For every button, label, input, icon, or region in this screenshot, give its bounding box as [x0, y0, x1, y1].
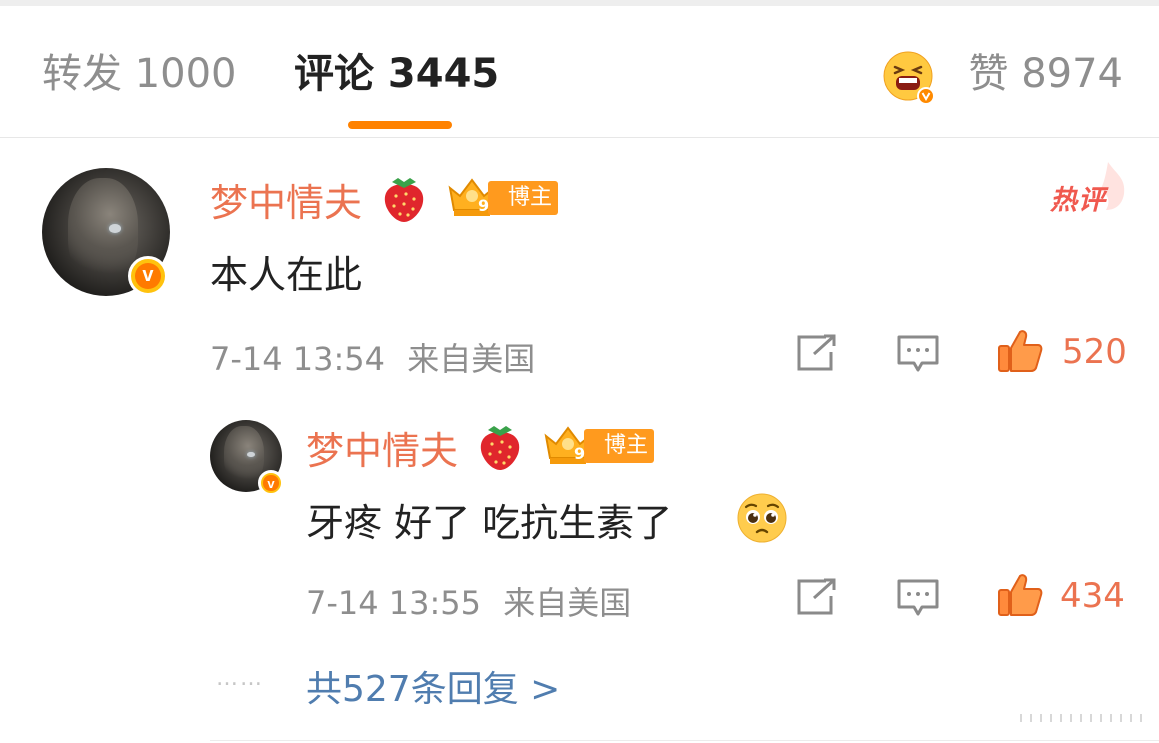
comment-text: 本人在此: [210, 253, 363, 297]
blogger-tag: 9 博主: [478, 181, 558, 215]
chat-bubble-icon[interactable]: [896, 578, 940, 618]
tab-comments[interactable]: 评论 3445: [294, 50, 499, 98]
strawberry-icon: [480, 426, 520, 470]
blogger-tag-label: 博主: [603, 433, 648, 458]
share-arrow-icon[interactable]: [796, 334, 838, 372]
tab-repost[interactable]: 转发 1000: [42, 50, 237, 98]
commenter-avatar[interactable]: v: [42, 168, 170, 296]
comment-time: 7-14 13:54: [210, 340, 386, 378]
divider: [210, 740, 1159, 741]
comment-like-count[interactable]: 520: [1062, 332, 1127, 372]
tab-likes[interactable]: 赞 8974: [968, 50, 1123, 98]
comment-meta: 7-14 13:54 来自美国: [210, 334, 535, 380]
chat-bubble-icon[interactable]: [896, 334, 940, 374]
reply-text: 牙疼 好了 吃抗生素了: [306, 501, 673, 545]
comment-location: 来自美国: [407, 340, 536, 378]
member-level: 9: [574, 444, 586, 463]
watermark-bars: [1020, 714, 1142, 722]
reply-location: 来自美国: [503, 584, 632, 622]
blogger-tag: 9 博主: [574, 429, 654, 463]
blogger-tag-label: 博主: [507, 185, 552, 210]
member-level: 9: [478, 196, 490, 215]
separator-dots: ……: [216, 666, 264, 691]
hot-comment-badge: 热评: [1050, 185, 1106, 216]
reply-avatar[interactable]: v: [210, 420, 284, 496]
strawberry-icon: [384, 178, 424, 222]
more-replies-link[interactable]: 共527条回复 >: [306, 660, 560, 712]
comment-username[interactable]: 梦中情夫: [210, 172, 362, 227]
pleading-face-icon: [737, 493, 787, 543]
verified-badge-icon: v: [258, 470, 284, 496]
thumbs-up-icon[interactable]: [996, 328, 1044, 374]
reply-like-count[interactable]: 434: [1060, 576, 1125, 616]
reply-time: 7-14 13:55: [306, 584, 482, 622]
tab-bar: 转发 1000 评论 3445 赞 8974: [0, 6, 1159, 138]
active-tab-indicator: [348, 121, 452, 129]
reply-username[interactable]: 梦中情夫: [306, 420, 458, 475]
laughing-crying-emoji-icon: [883, 51, 935, 105]
verified-badge-icon: v: [128, 256, 168, 296]
reply-meta: 7-14 13:55 来自美国: [306, 578, 631, 624]
thumbs-up-icon[interactable]: [996, 572, 1044, 618]
share-arrow-icon[interactable]: [796, 578, 838, 616]
